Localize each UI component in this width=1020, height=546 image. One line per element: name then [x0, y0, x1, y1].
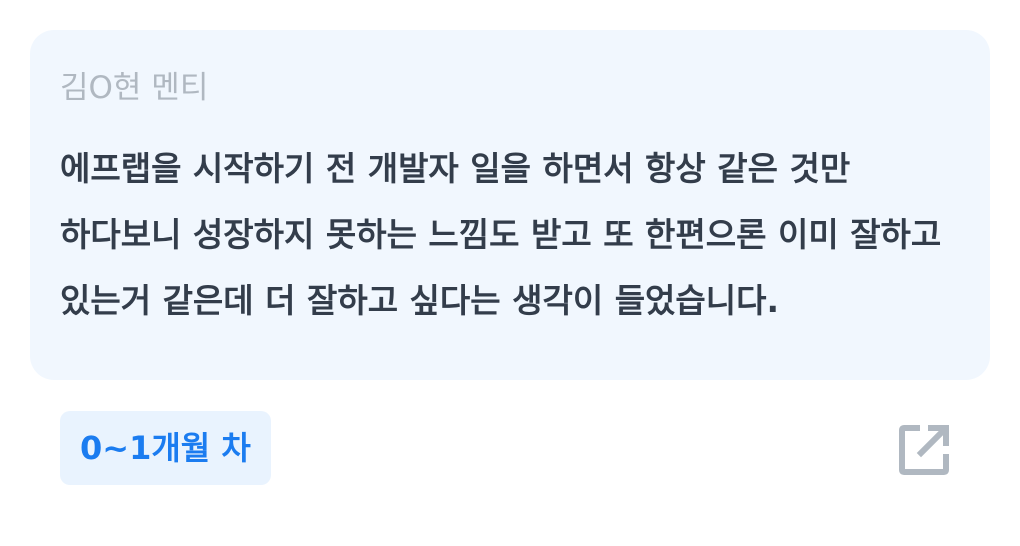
open-review-button[interactable]	[890, 416, 958, 484]
review-quote: 에프랩을 시작하기 전 개발자 일을 하면서 항상 같은 것만 하다보니 성장하…	[60, 149, 942, 320]
external-link-icon	[899, 425, 949, 475]
tenure-badge: 0~1개월 차	[60, 411, 271, 485]
review-card[interactable]: 김O현 멘티 에프랩을 시작하기 전 개발자 일을 하면서 항상 같은 것만 하…	[30, 30, 990, 380]
mentee-name: 김O현 멘티	[60, 70, 209, 106]
